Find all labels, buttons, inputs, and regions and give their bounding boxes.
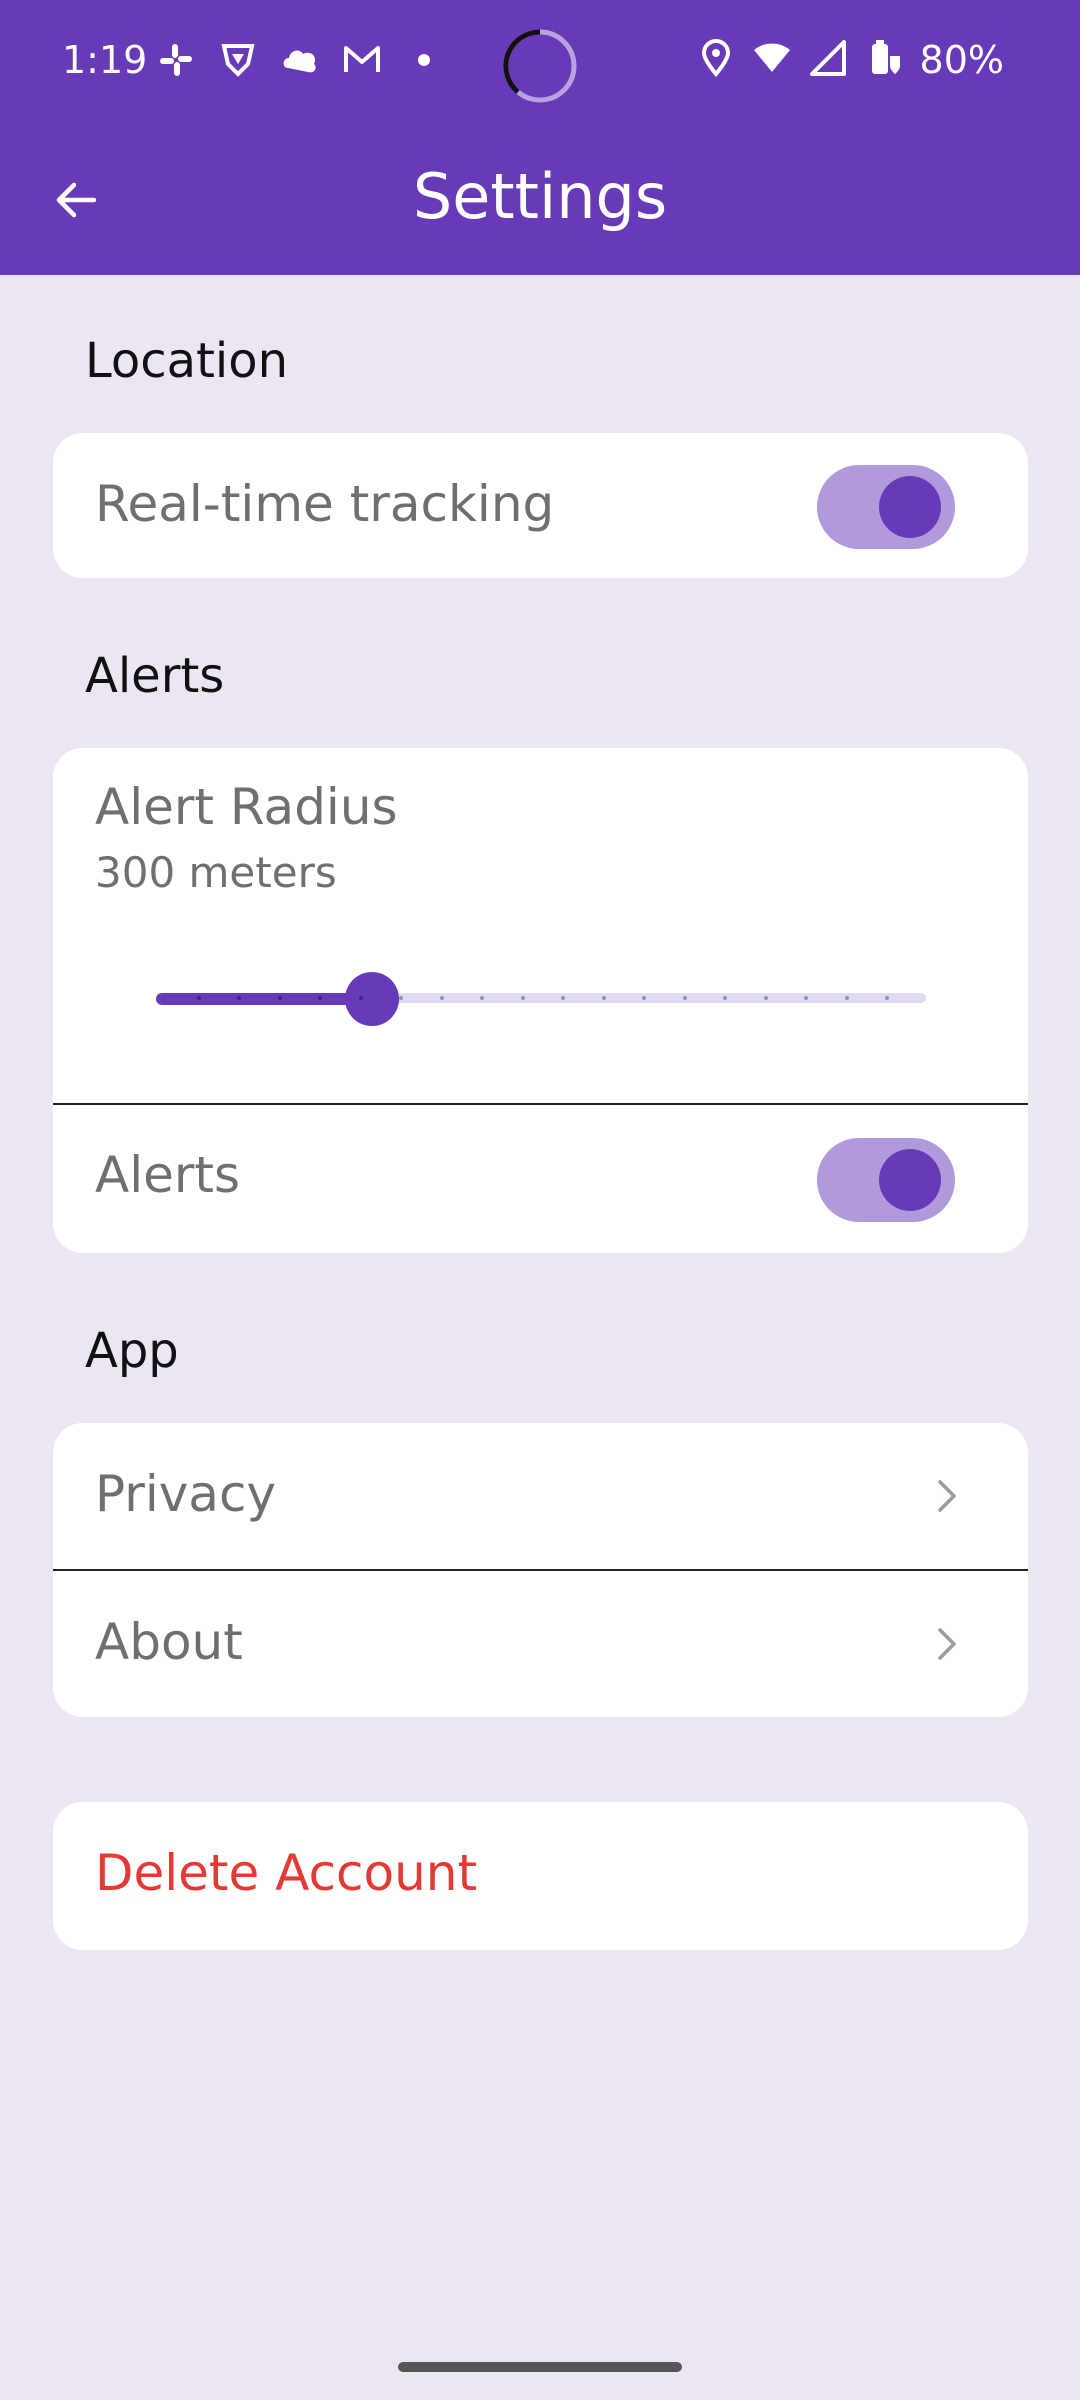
slider-tick: [480, 996, 484, 1000]
alert-radius-slider[interactable]: [156, 968, 926, 1028]
alerts-toggle[interactable]: [817, 1138, 955, 1222]
slider-tick: [521, 996, 525, 1000]
privacy-label: Privacy: [95, 1465, 277, 1523]
slider-fill: [156, 993, 372, 1005]
slider-tick: [602, 996, 606, 1000]
section-title-location: Location: [85, 333, 289, 389]
slack-icon: [156, 40, 196, 84]
slider-tick: [804, 996, 808, 1000]
gmail-icon: [342, 40, 382, 84]
section-title-app: App: [85, 1323, 179, 1379]
alerts-toggle-label: Alerts: [95, 1146, 241, 1204]
toggle-thumb: [879, 476, 941, 538]
slider-tick: [318, 996, 322, 1000]
alert-radius-label: Alert Radius: [95, 778, 398, 836]
dot-icon: [404, 40, 444, 84]
about-row[interactable]: About: [53, 1571, 1028, 1717]
app-card: Privacy About: [53, 1423, 1028, 1717]
realtime-tracking-label: Real-time tracking: [95, 475, 555, 533]
battery-percentage: 80%: [919, 38, 1004, 82]
location-card: Real-time tracking: [53, 433, 1028, 578]
slider-tick: [885, 996, 889, 1000]
status-time: 1:19: [62, 38, 148, 82]
page-title: Settings: [412, 160, 668, 233]
section-title-alerts: Alerts: [85, 648, 225, 704]
status-bar: 1:19 80%: [0, 0, 1080, 130]
slider-thumb[interactable]: [345, 972, 399, 1026]
home-indicator[interactable]: [398, 2362, 682, 2372]
alert-radius-value: 300 meters: [95, 848, 337, 897]
chevron-right-icon: [926, 1476, 966, 1516]
wifi-icon: [752, 38, 792, 82]
location-icon: [696, 38, 736, 82]
slider-tick: [440, 996, 444, 1000]
slider-tick: [278, 996, 282, 1000]
slider-tick: [561, 996, 565, 1000]
app-bar: Settings: [0, 130, 1080, 275]
alerts-card: Alert Radius 300 meters Alerts: [53, 748, 1028, 1253]
slider-tick: [683, 996, 687, 1000]
slider-tick: [399, 996, 403, 1000]
about-label: About: [95, 1613, 243, 1671]
loading-spinner-icon: [502, 28, 578, 104]
slider-tick: [723, 996, 727, 1000]
slider-tick: [197, 996, 201, 1000]
divider: [53, 1103, 1028, 1105]
slider-tick: [764, 996, 768, 1000]
slider-tick: [359, 996, 363, 1000]
battery-icon: [864, 38, 904, 82]
signal-icon: [808, 38, 848, 82]
slider-tick: [237, 996, 241, 1000]
notification-icons: [156, 40, 444, 84]
delete-account-button[interactable]: Delete Account: [53, 1802, 1028, 1950]
toggle-thumb: [879, 1149, 941, 1211]
slider-tick: [845, 996, 849, 1000]
privacy-row[interactable]: Privacy: [53, 1423, 1028, 1569]
cloud-leaf-icon: [280, 40, 320, 84]
realtime-tracking-toggle[interactable]: [817, 465, 955, 549]
system-icons: 80%: [696, 38, 1004, 82]
delete-account-label: Delete Account: [95, 1844, 478, 1902]
slider-tick: [642, 996, 646, 1000]
shield-icon: [218, 40, 258, 84]
chevron-right-icon: [926, 1624, 966, 1664]
